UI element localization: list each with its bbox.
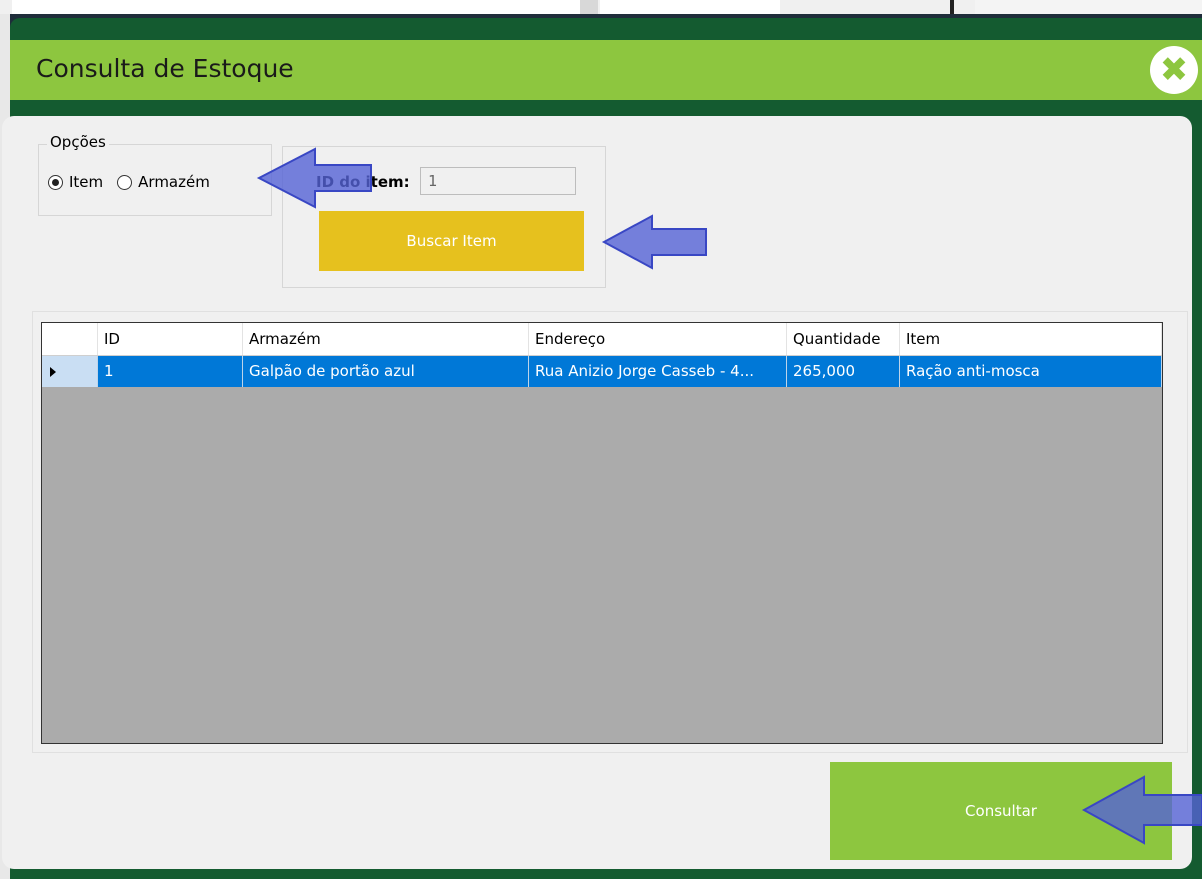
close-icon: ✖ [1159,50,1189,90]
cell-endereco[interactable]: Rua Anizio Jorge Casseb - 4... [529,356,787,387]
background-window-strip [0,0,1202,14]
item-id-input[interactable]: 1 [420,167,576,195]
radio-armazem-label[interactable]: Armazém [138,173,210,191]
annotation-arrow-search [601,214,707,270]
table-row[interactable]: 1 Galpão de portão azul Rua Anizio Jorge… [42,356,1162,387]
column-header-endereco[interactable]: Endereço [529,323,787,355]
column-header-quantidade[interactable]: Quantidade [787,323,900,355]
stock-query-dialog: Consulta de Estoque ✖ Opções Item Armazé… [2,18,1202,879]
dialog-content: Opções Item Armazém ID do item: 1 Buscar… [2,116,1192,869]
cell-id[interactable]: 1 [98,356,243,387]
row-selector[interactable] [42,356,98,387]
row-pointer-icon [50,367,56,377]
annotation-arrow-options [256,147,372,209]
column-header-armazem[interactable]: Armazém [243,323,529,355]
grid-header: ID Armazém Endereço Quantidade Item [42,323,1162,356]
annotation-arrow-consultar [1081,775,1202,845]
stock-grid[interactable]: ID Armazém Endereço Quantidade Item 1 Ga… [41,322,1163,744]
title-bar: Consulta de Estoque ✖ [10,40,1202,100]
grid-panel: ID Armazém Endereço Quantidade Item 1 Ga… [32,311,1188,753]
column-header-id[interactable]: ID [98,323,243,355]
cell-item[interactable]: Ração anti-mosca [900,356,1162,387]
cell-armazem[interactable]: Galpão de portão azul [243,356,529,387]
column-header-rowselector [42,323,98,355]
column-header-item[interactable]: Item [900,323,1162,355]
search-item-button[interactable]: Buscar Item [319,211,584,271]
radio-item[interactable] [48,174,63,190]
options-group: Opções Item Armazém [38,133,272,216]
radio-armazem[interactable] [117,174,133,190]
radio-item-label[interactable]: Item [69,173,103,191]
close-button[interactable]: ✖ [1150,46,1198,94]
dialog-title: Consulta de Estoque [36,54,294,83]
cell-quantidade[interactable]: 265,000 [787,356,900,387]
options-legend: Opções [47,133,109,151]
